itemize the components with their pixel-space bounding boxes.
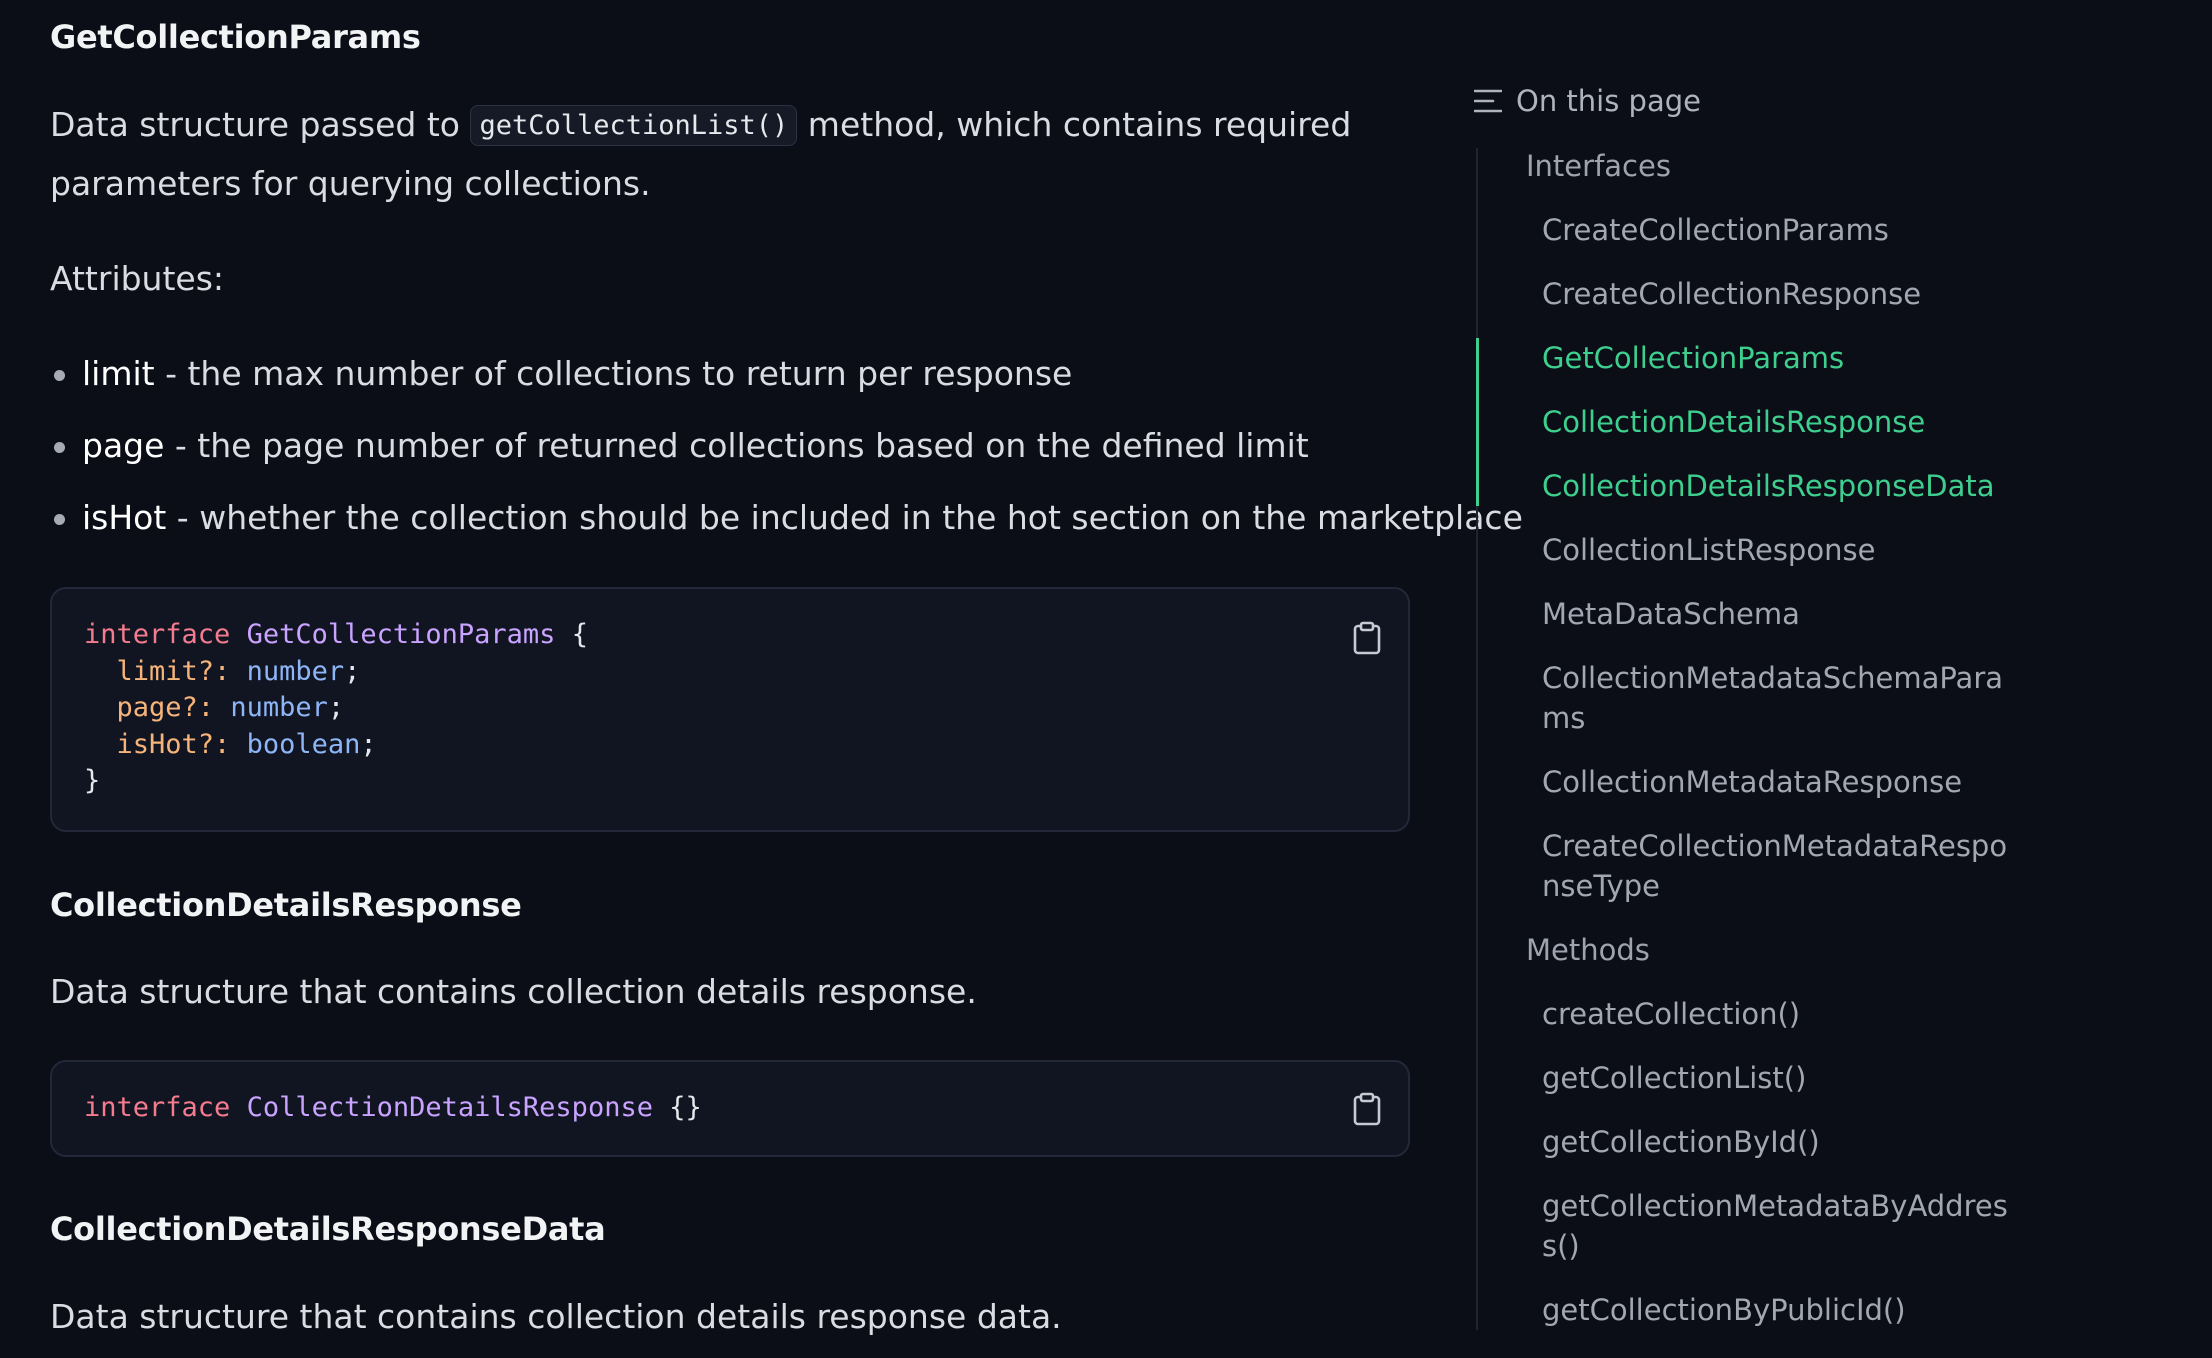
toc-item-active[interactable]: CollectionDetailsResponseData xyxy=(1542,466,1995,506)
toc-item-label: getCollectionMetadataByAddres xyxy=(1542,1189,2008,1223)
toc-item-active[interactable]: CollectionDetailsResponse xyxy=(1542,402,1925,442)
copy-button[interactable] xyxy=(1352,1092,1382,1126)
code-brace: } xyxy=(84,765,101,796)
clipboard-icon xyxy=(1353,1092,1381,1126)
toc-item-label: CollectionMetadataSchemaPara xyxy=(1542,661,2004,695)
toc-item[interactable]: getCollectionMetadataByAddres s() xyxy=(1542,1186,2008,1266)
attribute-text: - the page number of returned collection… xyxy=(164,426,1309,465)
code-keyword: interface xyxy=(84,619,231,650)
code-brace: {} xyxy=(669,1092,702,1123)
toc-item[interactable]: createCollection() xyxy=(1542,994,1800,1034)
code-keyword: interface xyxy=(84,1092,231,1123)
toc-item-label-wrap: ms xyxy=(1542,701,1586,735)
section-title: CollectionDetailsResponseData xyxy=(50,1210,606,1248)
copy-button[interactable] xyxy=(1352,621,1382,655)
toc-item[interactable]: CollectionMetadataSchemaPara ms xyxy=(1542,658,2003,738)
code-property: limit?: xyxy=(116,655,231,687)
toc-item[interactable]: CreateCollectionMetadataRespo nseType xyxy=(1542,826,2007,906)
toc-item[interactable]: CollectionMetadataResponse xyxy=(1542,762,1962,802)
toc-item-active[interactable]: GetCollectionParams xyxy=(1542,338,1844,378)
list-icon xyxy=(1474,89,1502,113)
toc-item[interactable]: getCollectionById() xyxy=(1542,1122,1820,1162)
bullet-icon xyxy=(54,514,65,525)
code-type: number xyxy=(246,655,345,687)
list-item: limit - the max number of collections to… xyxy=(50,338,1523,410)
toc-item[interactable]: getCollectionList() xyxy=(1542,1058,1806,1098)
table-of-contents: On this page Interfaces CreateCollection… xyxy=(1474,0,2008,1358)
list-item: page - the page number of returned colle… xyxy=(50,410,1523,482)
toc-header: On this page xyxy=(1474,84,1701,118)
toc-item[interactable]: getCollectionByPublicId() xyxy=(1542,1290,1906,1330)
code-block: interface CollectionDetailsResponse {} xyxy=(50,1060,1410,1157)
section-description: Data structure passed to getCollectionLi… xyxy=(50,96,1370,213)
code-interface-name: CollectionDetailsResponse xyxy=(246,1092,653,1123)
toc-item[interactable]: CreateCollectionResponse xyxy=(1542,274,1921,314)
section-title: GetCollectionParams xyxy=(50,18,421,56)
description-text: Data structure passed to xyxy=(50,105,471,144)
list-item: isHot - whether the collection should be… xyxy=(50,482,1523,554)
toc-group-methods[interactable]: Methods xyxy=(1526,930,1650,970)
section-description: Data structure that contains collection … xyxy=(50,1297,1062,1336)
attribute-term: isHot xyxy=(82,498,167,537)
attributes-label: Attributes: xyxy=(50,259,225,298)
toc-item-label-wrap: nseType xyxy=(1542,869,1660,903)
toc-item-label-wrap: s() xyxy=(1542,1229,1580,1263)
toc-item-label: CreateCollectionMetadataRespo xyxy=(1542,829,2008,863)
attribute-text: - whether the collection should be inclu… xyxy=(166,498,1523,537)
code-interface-name: GetCollectionParams xyxy=(246,619,556,650)
inline-code: getCollectionList() xyxy=(470,105,798,146)
attribute-term: page xyxy=(82,426,165,465)
section-title: CollectionDetailsResponse xyxy=(50,886,522,924)
toc-active-indicator xyxy=(1476,338,1479,506)
code-type: boolean xyxy=(246,728,361,760)
code-brace: { xyxy=(571,619,588,650)
bullet-icon xyxy=(54,442,65,453)
toc-track xyxy=(1476,148,1478,1330)
code-type: number xyxy=(230,692,328,723)
toc-group-interfaces[interactable]: Interfaces xyxy=(1526,146,1671,186)
toc-item[interactable]: MetaDataSchema xyxy=(1542,594,1800,634)
section-description: Data structure that contains collection … xyxy=(50,972,977,1011)
attribute-text: - the max number of collections to retur… xyxy=(154,354,1073,393)
toc-item[interactable]: CollectionListResponse xyxy=(1542,530,1875,570)
attribute-term: limit xyxy=(82,354,155,393)
code-block: interface GetCollectionParams { limit?: … xyxy=(50,587,1410,832)
clipboard-icon xyxy=(1353,621,1381,655)
code-property: page?: xyxy=(116,692,215,723)
toc-item[interactable]: CreateCollectionParams xyxy=(1542,210,1889,250)
toc-header-label: On this page xyxy=(1516,84,1701,118)
attributes-list: limit - the max number of collections to… xyxy=(50,338,1523,554)
code-property: isHot?: xyxy=(116,728,231,760)
bullet-icon xyxy=(54,370,65,381)
